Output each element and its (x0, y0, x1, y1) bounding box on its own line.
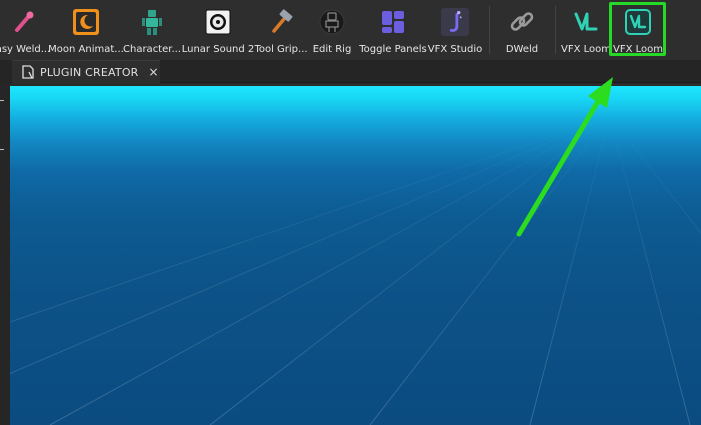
annotation-arrow (516, 77, 613, 237)
